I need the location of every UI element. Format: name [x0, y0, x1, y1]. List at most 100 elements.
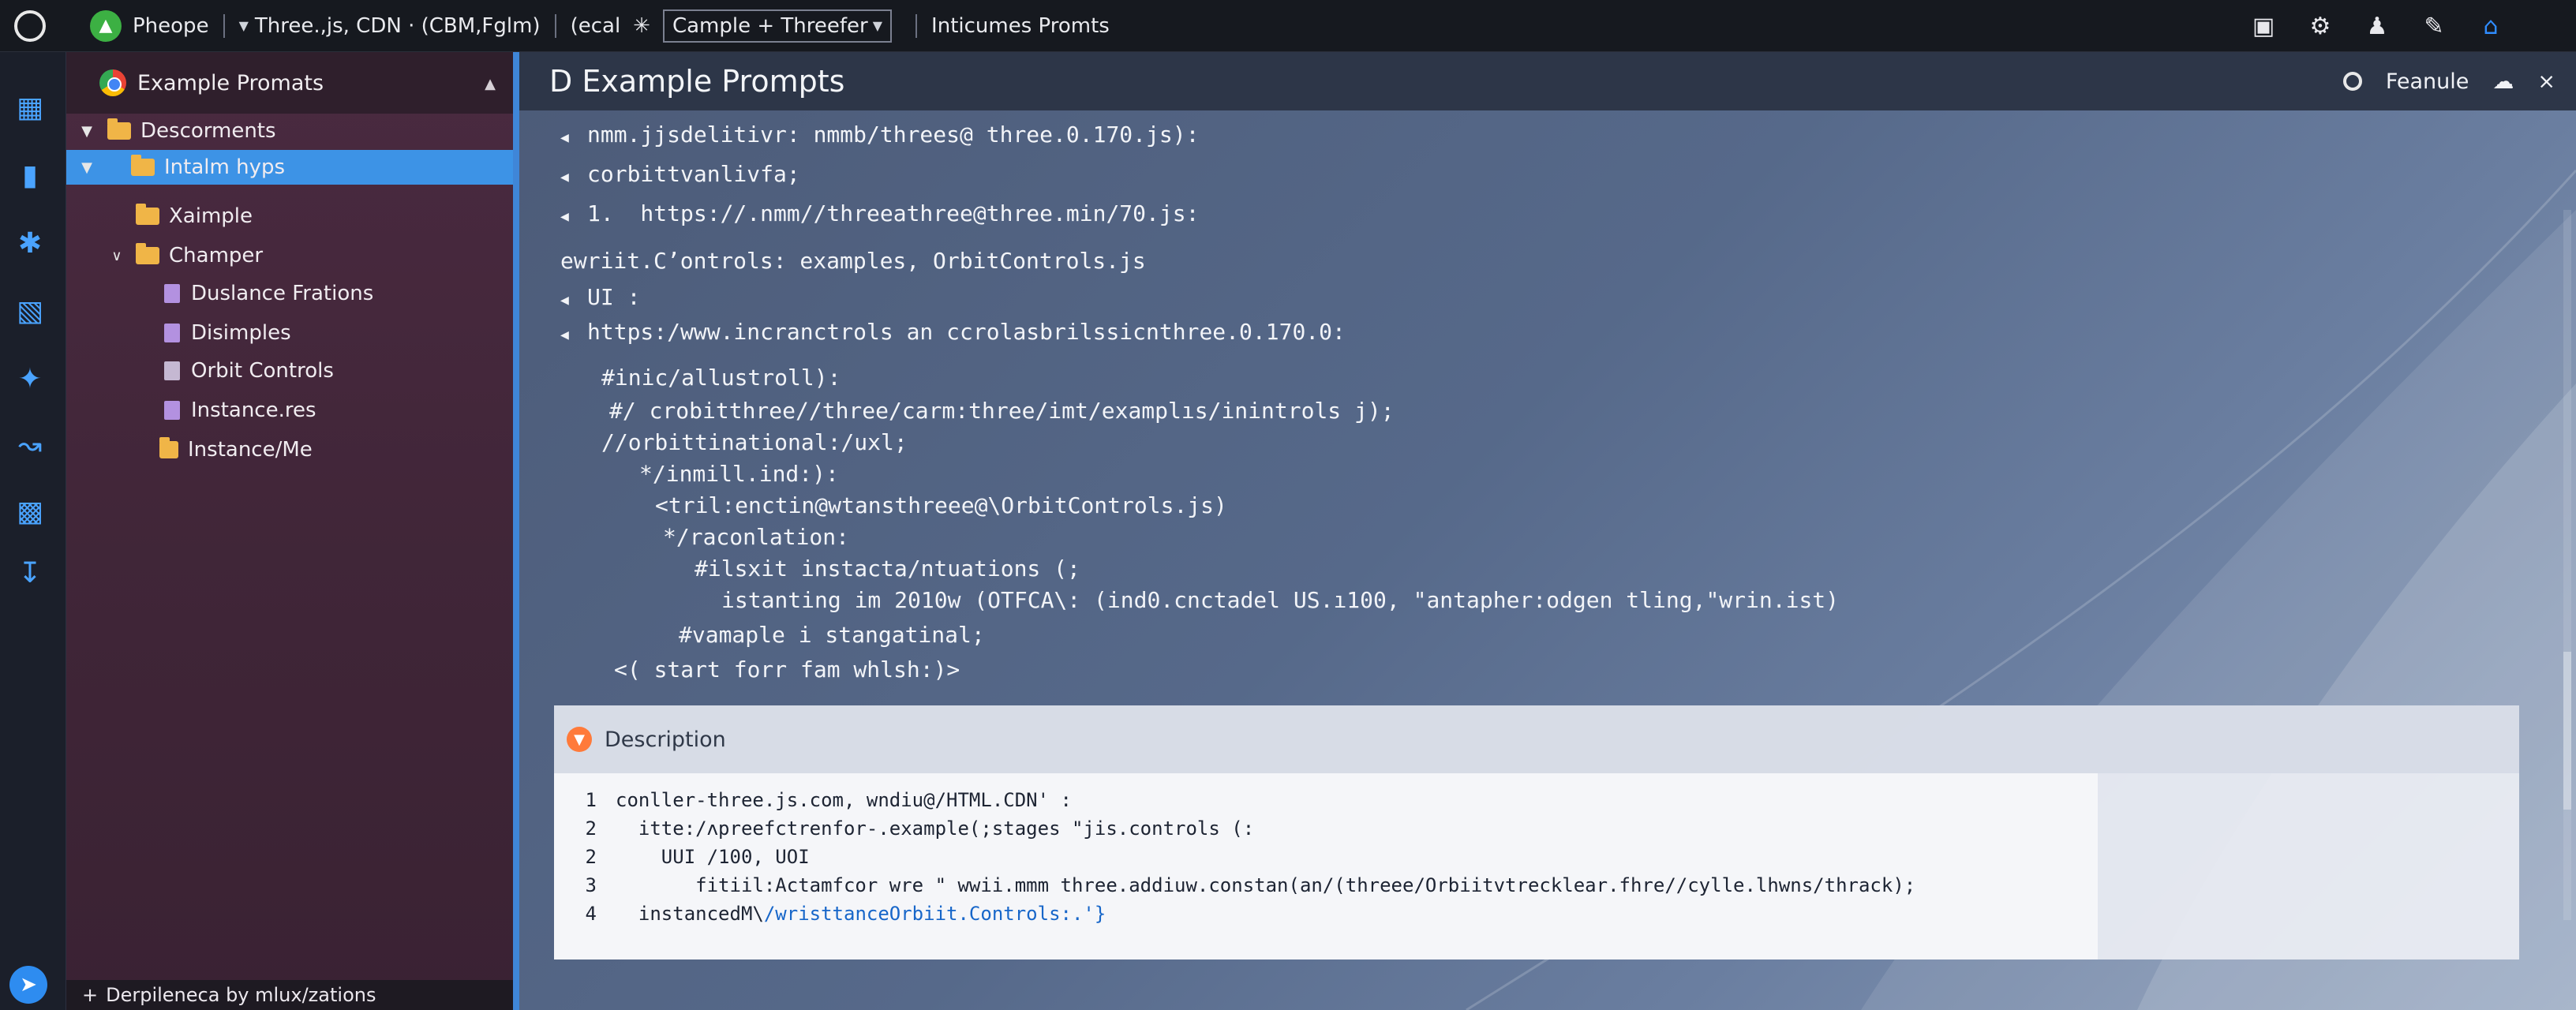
code-line: 3 fitiil:Actamfcor wre " wwii.mmm three.… — [585, 874, 1916, 896]
code-line: #ilsxit instacta/ntuations (; — [695, 556, 1080, 582]
user-icon[interactable]: ♟ — [2361, 10, 2393, 42]
folder-icon — [136, 204, 159, 225]
bullet-icon: ◀ — [560, 208, 569, 225]
activity-rail: ▦ ▮ ✱ ▧ ✦ ↝ ▩ ↧ ➤ — [0, 52, 66, 1010]
sidebar-title: Example Promats — [137, 70, 324, 95]
code-line: ◀ corbittvanlivfa; — [560, 161, 800, 187]
graph-icon[interactable]: ↝ — [13, 428, 47, 462]
code-line: <tril:enctin@wtansthreee@\OrbitControls.… — [655, 492, 1227, 518]
sidebar-footer[interactable]: + Derpileneca by mlux/zations — [66, 980, 513, 1010]
tree-item-label: Champer — [169, 244, 264, 267]
bullet-icon: ◀ — [560, 129, 569, 146]
bullet-icon: ◀ — [560, 292, 569, 309]
divider — [223, 13, 225, 38]
folders-icon[interactable]: ▮ — [13, 158, 47, 193]
folder-icon — [136, 243, 159, 264]
close-icon[interactable]: × — [2537, 69, 2555, 94]
tab-local[interactable]: (ecal — [571, 14, 621, 38]
code-line: 1 conller-three.js.com, wndiu@/HTML.CDN' … — [585, 789, 1072, 811]
download-icon[interactable]: ↧ — [13, 556, 47, 590]
scrollbar-thumb[interactable] — [2563, 652, 2571, 810]
notes-icon[interactable]: ✎ — [2418, 10, 2450, 42]
code-line: #vamaple i stangatinal; — [679, 622, 985, 648]
editor-header: D Example Prompts Feanule ☁ × — [519, 52, 2576, 110]
tree-item-label: Descorments — [140, 119, 276, 143]
upload-icon[interactable]: ▲ — [90, 9, 122, 42]
code-line: ewriit.C’ontrols: examples, OrbitControl… — [560, 248, 1146, 274]
file-icon — [164, 284, 180, 303]
code-line: #inic/allustroll): — [601, 365, 841, 391]
code-line: #/ crobitthree∕/three/carm:three/imt/exa… — [609, 398, 1395, 424]
tree-item-instance-me[interactable]: Instance/Me — [66, 432, 513, 467]
divider — [915, 13, 918, 38]
toolbar-right: ▣ ⚙ ♟ ✎ ⌂ — [2248, 0, 2507, 52]
file-icon — [164, 401, 180, 420]
chevron-down-icon[interactable]: ▼ — [77, 123, 96, 140]
extensions-icon[interactable]: ✦ — [13, 361, 47, 396]
code-line: */inmill.ind:): — [639, 461, 839, 487]
code-line: 2 UUI /100, UOI — [585, 846, 810, 868]
tree-item-descorments[interactable]: ▼ Descorments — [66, 114, 513, 148]
tab-sample-dropdown[interactable]: Cample + Threefer ▼ — [662, 9, 893, 43]
tree-item-orbit-controls[interactable]: Orbit Controls — [66, 354, 513, 388]
tree-item-disimples[interactable]: Disimples — [66, 316, 513, 350]
folder-icon — [159, 437, 178, 458]
feature-button[interactable]: Feanule — [2386, 69, 2469, 94]
sidebar-footer-label: Derpileneca by mlux/zations — [106, 984, 376, 1006]
dashboard-icon[interactable]: ▣ — [2248, 10, 2279, 42]
app-logo-icon — [14, 9, 46, 42]
tab-threejs-cdn[interactable]: Three.,js, CDN · (CBM,Fglm) — [255, 14, 541, 38]
folder-icon — [107, 118, 131, 140]
editor-scrollbar[interactable] — [2563, 210, 2571, 920]
chevron-down-icon[interactable]: ▼ — [77, 159, 96, 176]
divider — [554, 13, 556, 38]
tree-item-champer[interactable]: ∨ Champer — [66, 238, 513, 273]
blocks-icon[interactable]: ▩ — [13, 494, 47, 529]
shield-icon: ▼ — [567, 727, 592, 752]
tree-item-xaimple[interactable]: Xaimple — [66, 199, 513, 234]
code-line: 2 itte:/ʌpreefctrenfor-.example(;stages … — [585, 817, 1255, 840]
chevron-down-icon[interactable]: ∨ — [107, 248, 126, 264]
chevron-down-icon: ▼ — [872, 18, 883, 33]
tab-instances-prompts[interactable]: Inticumes Promts — [931, 14, 1110, 38]
title-bar: ▲ Pheope ▼ Three.,js, CDN · (CBM,Fglm) (… — [0, 0, 2576, 52]
star-icon: ✳ — [633, 13, 650, 38]
tree-item-label: Xaimple — [169, 204, 253, 228]
bullet-icon: ◀ — [560, 327, 569, 343]
status-ring-icon — [2342, 72, 2362, 91]
editor-title: D Example Prompts — [549, 64, 844, 99]
chrome-icon — [99, 69, 126, 96]
tree-item-label: Instance.res — [191, 398, 316, 422]
panel-icon[interactable]: ▧ — [13, 294, 47, 328]
editor-title-text: Example Prompts — [582, 64, 845, 99]
tree-item-label: Instance/Me — [188, 438, 313, 462]
send-icon[interactable]: ➤ — [9, 966, 47, 1004]
code-line: */raconlation: — [663, 524, 850, 550]
chevron-down-icon[interactable]: ▼ — [239, 18, 249, 33]
collapse-icon[interactable]: ▲ — [485, 76, 496, 92]
tree-item-intalm-hyps[interactable]: ▼ Intalm hyps — [66, 150, 513, 185]
description-code[interactable]: 1 conller-three.js.com, wndiu@/HTML.CDN' … — [554, 773, 2098, 960]
document-icon: D — [549, 64, 573, 99]
folder-icon — [131, 155, 155, 176]
code-line: ◀ 1. https:∕/.nmm//threeathree@three.min/… — [560, 200, 1200, 226]
settings-icon[interactable]: ⚙ — [2305, 10, 2336, 42]
cloud-icon[interactable]: ☁ — [2492, 69, 2514, 94]
bullet-icon: ◀ — [560, 169, 569, 185]
explorer-icon[interactable]: ▦ — [13, 90, 47, 125]
tree-item-label: Disimples — [191, 321, 291, 345]
code-line: //orbittinational:/uxl; — [601, 429, 908, 455]
tree-item-duslance-frations[interactable]: Duslance Frations — [66, 276, 513, 311]
tools-icon[interactable]: ✱ — [13, 226, 47, 260]
description-panel: ▼ Description 1 conller-three.js.com, wnd… — [554, 705, 2519, 960]
file-icon — [164, 324, 180, 342]
home-icon[interactable]: ⌂ — [2475, 10, 2507, 42]
code-line: ◀ https:/www.incranctrols an ccrolasbrils… — [560, 319, 1346, 345]
tree-item-instance-res[interactable]: Instance.res — [66, 393, 513, 428]
code-line: istanting im 2010w (OTFCA\: (ind0.cnctad… — [721, 587, 1840, 613]
app-label[interactable]: Pheope — [133, 14, 209, 38]
explorer-sidebar: Example Promats ▲ ▼ Descorments ▼ Intalm… — [66, 52, 513, 1010]
description-title: Description — [605, 727, 726, 752]
file-icon — [164, 361, 180, 380]
description-header: ▼ Description — [554, 705, 2519, 773]
